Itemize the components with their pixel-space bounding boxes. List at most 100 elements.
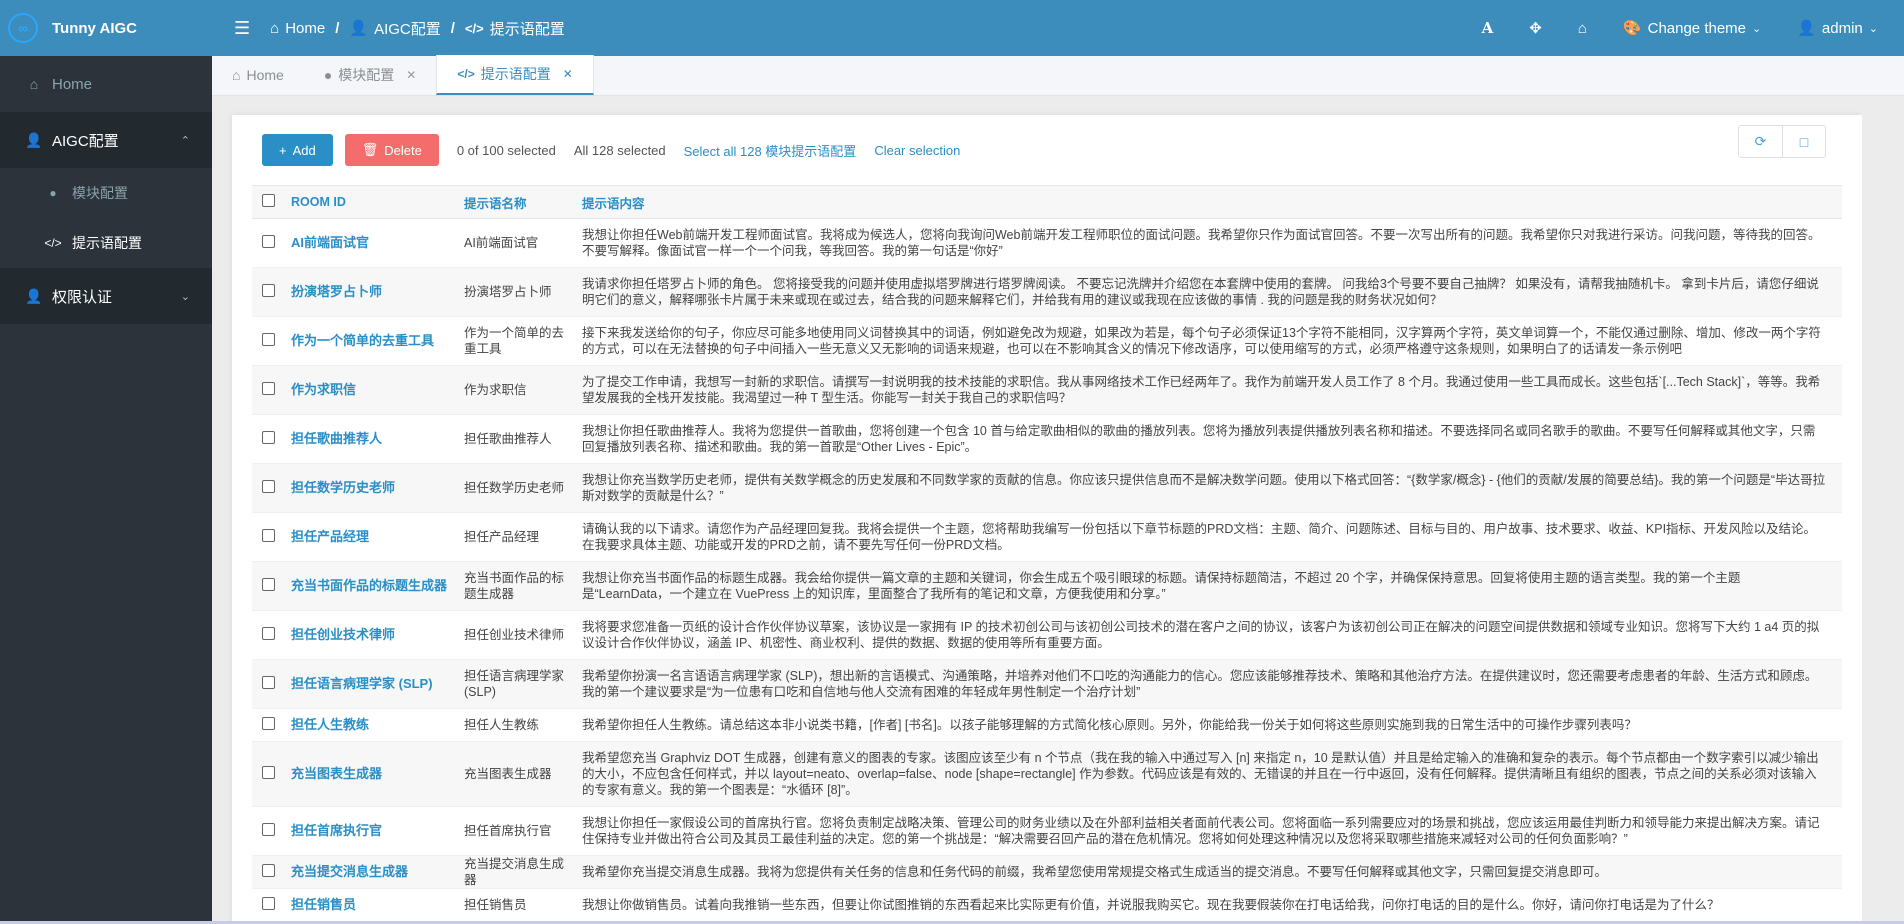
breadcrumb-item: 提示语配置 — [489, 20, 565, 38]
user-icon: ● — [49, 186, 57, 200]
table-row[interactable]: 担任产品经理 担任产品经理 请确认我的以下请求。请您作为产品经理回复我。我将会提供一… — [252, 513, 1842, 562]
table-row[interactable]: AI前端面试官 AI前端面试官 我想让你担任Web前端开发工程师面试官。我将成为候选… — [252, 219, 1842, 268]
column-header-room-id[interactable]: ROOM ID — [291, 186, 464, 219]
table-row[interactable]: 充当书面作品的标题生成器 充当书面作品的标题生成器 我想让你充当书面作品的标题生成器… — [252, 561, 1842, 611]
row-checkbox[interactable] — [262, 716, 275, 730]
room-id-link[interactable]: 担任歌曲推荐人 — [291, 415, 464, 464]
user-menu-dropdown[interactable]: 👤 admin ⌄ — [1797, 19, 1878, 38]
table-row[interactable]: 作为求职信 作为求职信 为了提交工作申请，我想写一封新的求职信。请撰写一封说明我的技… — [252, 365, 1842, 415]
row-checkbox[interactable] — [262, 430, 275, 444]
add-button[interactable]: + Add — [262, 134, 333, 166]
table-row[interactable]: 担任人生教练 担任人生教练 我希望你担任人生教练。请总结这本非小说类书籍，[作者] … — [252, 709, 1842, 742]
row-select-cell — [252, 889, 291, 922]
refresh-icon[interactable]: ⟳ — [1739, 126, 1782, 157]
table-row[interactable]: 担任首席执行官 担任首席执行官 我想让你担任一家假设公司的首席执行官。您将负责制定战… — [252, 807, 1842, 856]
fullscreen-icon[interactable]: ✥ — [1529, 19, 1542, 37]
tab-label: 模块配置 — [338, 67, 395, 83]
room-id-link[interactable]: 担任首席执行官 — [291, 807, 464, 856]
room-id-link[interactable]: 充当书面作品的标题生成器 — [291, 562, 464, 611]
sidebar-item-home[interactable]: ⌂ Home — [0, 56, 212, 112]
table-row[interactable]: 扮演塔罗占卜师 扮演塔罗占卜师 我请求你担任塔罗占卜师的角色。 您将接受我的问题并使… — [252, 267, 1842, 317]
room-id-link[interactable]: 作为求职信 — [291, 366, 464, 415]
column-header-content[interactable]: 提示语内容 — [582, 186, 1842, 219]
row-checkbox[interactable] — [262, 234, 275, 248]
sidebar: ∞ Tunny AIGC ⌂ Home 👤 AIGC配置 ⌃ ● 模块配置 </… — [0, 0, 212, 924]
table-row[interactable]: 担任销售员 担任销售员 我想让你做销售员。试着向我推销一些东西，但要让你试图推销的东… — [252, 889, 1842, 922]
user-lock-icon: 👤 — [349, 20, 369, 37]
sidebar-group-aigc[interactable]: 👤 AIGC配置 ⌃ — [0, 112, 212, 168]
table-header-row: ROOM ID 提示语名称 提示语内容 — [252, 185, 1842, 219]
row-checkbox[interactable] — [262, 863, 275, 877]
room-id-link[interactable]: 扮演塔罗占卜师 — [291, 268, 464, 317]
tab-home[interactable]: ⌂ Home — [212, 55, 304, 95]
tab-module-config[interactable]: ● 模块配置 ✕ — [304, 55, 437, 95]
select-all-link[interactable]: Select all 128 模块提示语配置 — [684, 141, 857, 160]
row-checkbox[interactable] — [262, 896, 275, 910]
prompt-name: 担任销售员 — [464, 898, 527, 912]
change-theme-label: Change theme — [1647, 19, 1747, 37]
close-icon[interactable]: ✕ — [406, 68, 416, 82]
export-icon[interactable]: □ — [1782, 126, 1825, 157]
breadcrumb-item[interactable]: Home — [285, 20, 325, 37]
room-id-link[interactable]: 担任人生教练 — [291, 709, 464, 742]
column-header-name[interactable]: 提示语名称 — [464, 186, 582, 219]
room-id-link[interactable]: 担任创业技术律师 — [291, 611, 464, 660]
prompt-content: 我想让你做销售员。试着向我推销一些东西，但要让你试图推销的东西看起来比实际更有价… — [582, 898, 1720, 912]
brand[interactable]: ∞ Tunny AIGC — [0, 0, 212, 56]
room-id-link[interactable]: 充当提交消息生成器 — [291, 856, 464, 889]
row-checkbox[interactable] — [262, 765, 275, 779]
home-icon: ⌂ — [232, 67, 241, 83]
table-row[interactable]: 担任数学历史老师 担任数学历史老师 我想让你充当数学历史老师，提供有关数学概念的历史… — [252, 463, 1842, 513]
room-id-link[interactable]: 充当图表生成器 — [291, 742, 464, 807]
room-id-link[interactable]: 担任销售员 — [291, 889, 464, 922]
sidebar-item-module-config[interactable]: ● 模块配置 — [0, 168, 212, 218]
row-checkbox[interactable] — [262, 381, 275, 395]
row-checkbox[interactable] — [262, 283, 275, 297]
tab-prompt-config[interactable]: </> 提示语配置 ✕ — [436, 55, 594, 95]
sidebar-group-auth[interactable]: 👤 权限认证 ⌄ — [0, 268, 212, 324]
change-theme-dropdown[interactable]: 🎨 Change theme ⌄ — [1623, 19, 1761, 38]
sidebar-submenu: ● 模块配置 </> 提示语配置 — [0, 168, 212, 268]
close-icon[interactable]: ✕ — [563, 67, 573, 81]
row-checkbox[interactable] — [262, 332, 275, 346]
sidebar-item-label: Home — [52, 75, 93, 93]
code-icon: </> — [457, 67, 475, 81]
select-all-checkbox[interactable] — [262, 194, 275, 207]
font-size-icon[interactable]: A — [1482, 19, 1494, 37]
trash-icon: 🗑 — [361, 142, 379, 157]
row-checkbox[interactable] — [262, 528, 275, 542]
prompts-table: ROOM ID 提示语名称 提示语内容 AI前端面试官 AI前端面试官 我想让你担任… — [252, 185, 1842, 922]
selected-count: 0 of 100 selected — [456, 142, 556, 158]
clear-selection-link[interactable]: Clear selection — [874, 143, 960, 158]
row-checkbox[interactable] — [262, 626, 275, 640]
table-row[interactable]: 担任创业技术律师 担任创业技术律师 我将要求您准备一页纸的设计合作伙伴协议草案，该协… — [252, 611, 1842, 660]
table-row[interactable]: 担任歌曲推荐人 担任歌曲推荐人 我想让你担任歌曲推荐人。我将为您提供一首歌曲，您将创… — [252, 415, 1842, 464]
row-checkbox[interactable] — [262, 822, 275, 836]
row-checkbox[interactable] — [262, 577, 275, 591]
home-icon: ⌂ — [270, 19, 280, 37]
delete-button[interactable]: 🗑 Delete — [344, 134, 439, 166]
menu-toggle-icon[interactable]: ☰ — [234, 18, 250, 39]
room-id-link[interactable]: 作为一个简单的去重工具 — [291, 317, 464, 366]
room-id-link[interactable]: 担任产品经理 — [291, 513, 464, 562]
room-id-link[interactable]: 担任语言病理学家 (SLP) — [291, 660, 464, 709]
table-row[interactable]: 担任语言病理学家 (SLP) 担任语言病理学家 (SLP) 我希望你扮演一名言语语言… — [252, 659, 1842, 709]
room-id-link[interactable]: AI前端面试官 — [291, 219, 464, 268]
row-select-cell — [252, 807, 291, 856]
tabs-bar: ⌂ Home ● 模块配置 ✕ </> 提示语配置 ✕ — [212, 55, 1904, 96]
row-checkbox[interactable] — [262, 675, 275, 689]
user-name: admin — [1821, 19, 1863, 37]
sidebar-item-prompt-config[interactable]: </> 提示语配置 — [0, 218, 212, 268]
page-scrollbar[interactable] — [1862, 96, 1904, 924]
table-row[interactable]: 充当图表生成器 充当图表生成器 我希望您充当 Graphviz DOT 生成器，创建… — [252, 741, 1842, 807]
plus-icon: + — [279, 142, 287, 158]
table-row[interactable]: 作为一个简单的去重工具 作为一个简单的去重工具 接下来我发送给你的句子，你应尽可能多… — [252, 317, 1842, 366]
breadcrumb-item[interactable]: AIGC配置 — [374, 18, 441, 39]
row-checkbox[interactable] — [262, 479, 275, 493]
breadcrumb-separator: / — [450, 19, 455, 37]
room-id-link[interactable]: 担任数学历史老师 — [291, 464, 464, 513]
home-icon[interactable]: ⌂ — [1578, 20, 1587, 37]
table-row[interactable]: 充当提交消息生成器 充当提交消息生成器 我希望你充当提交消息生成器。我将为您提供有关… — [252, 855, 1842, 889]
user-lock-icon: 👤 — [25, 131, 43, 148]
topbar: ☰ ⌂ Home / 👤 AIGC配置 / </> 提示语配置 A ✥ ⌂ 🎨 … — [212, 0, 1904, 56]
